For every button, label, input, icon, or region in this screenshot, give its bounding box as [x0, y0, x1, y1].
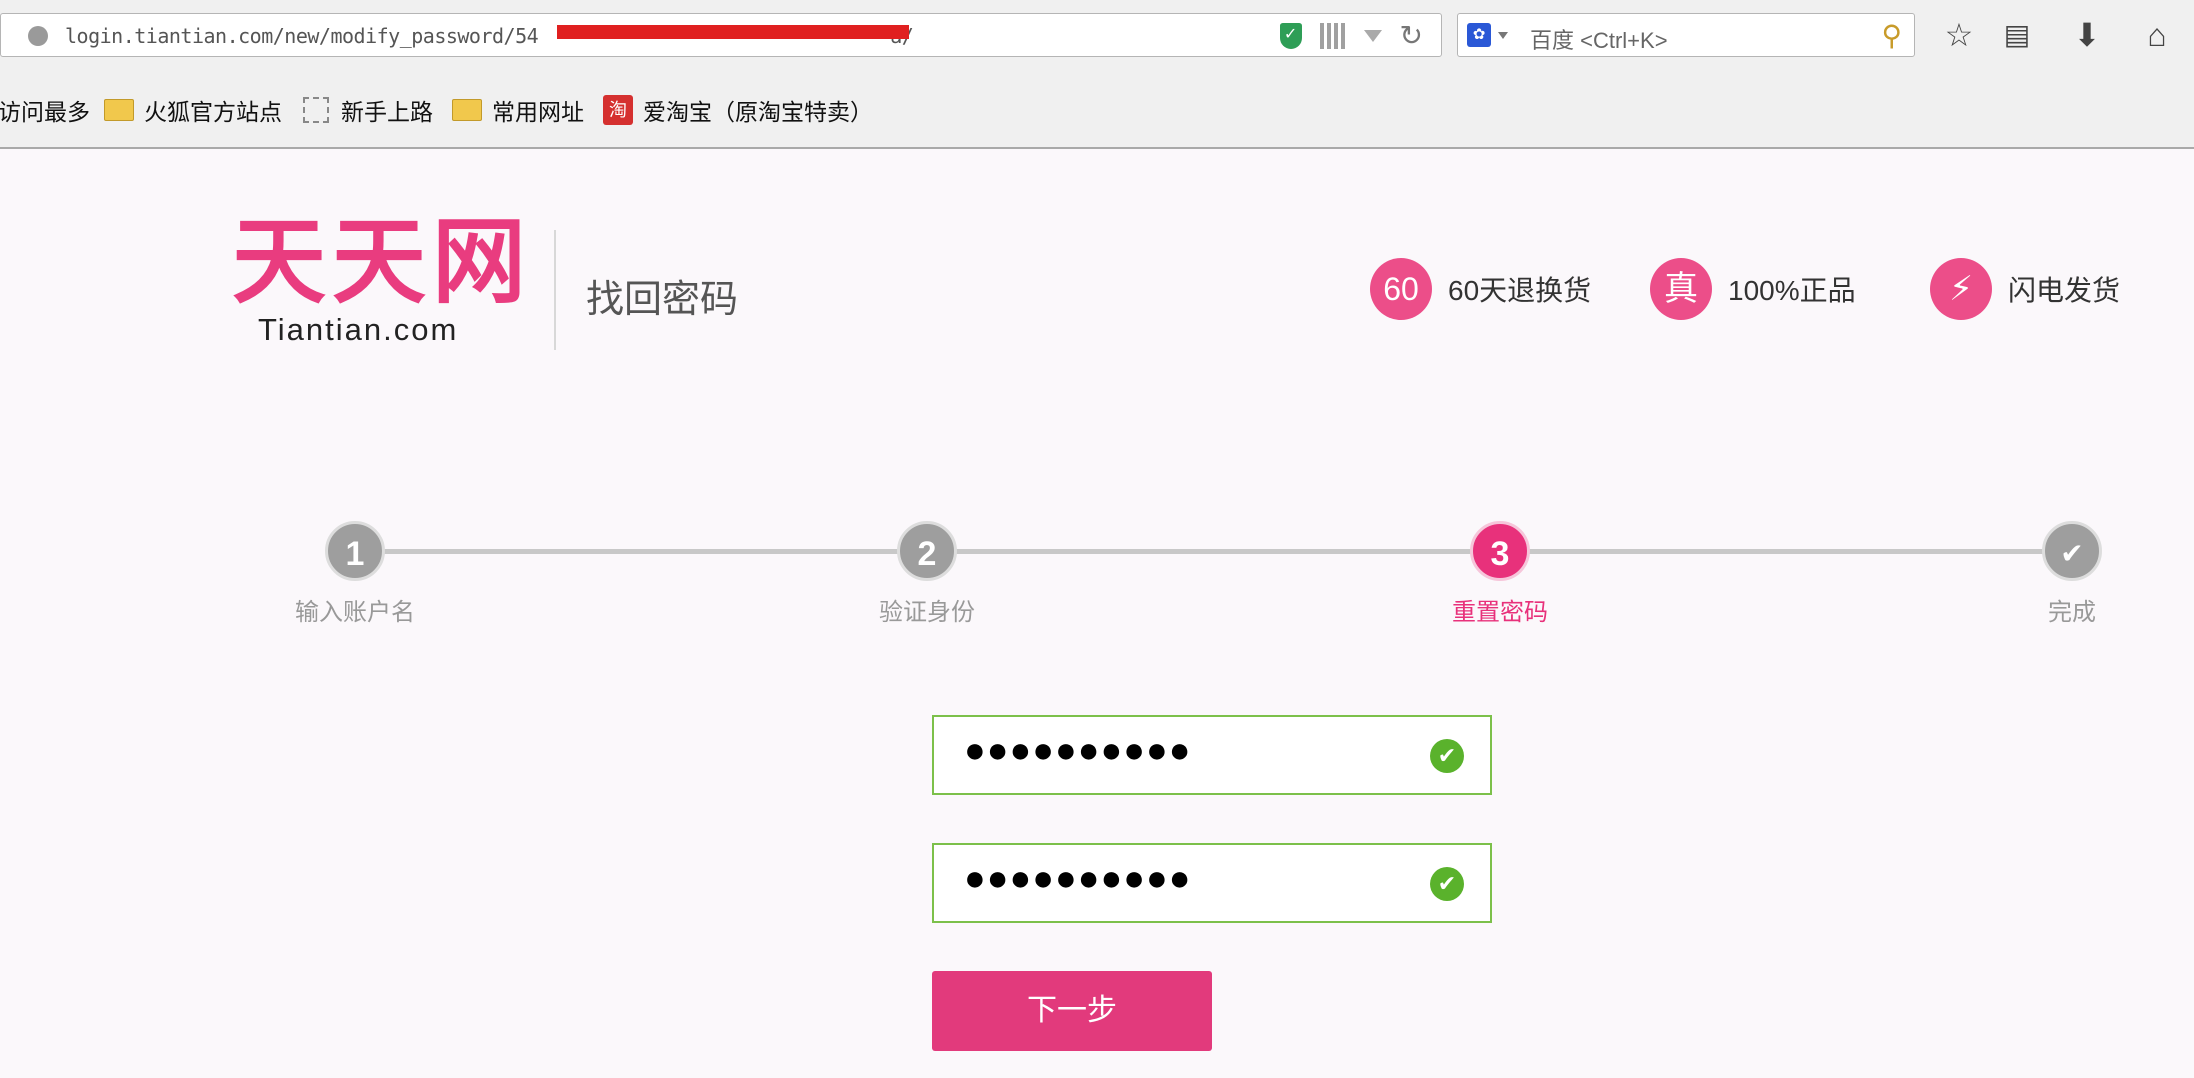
bookmark-getting-started[interactable]: 新手上路 [303, 95, 433, 125]
reading-list-icon[interactable]: ▤ [1995, 13, 2039, 57]
baidu-paw-icon[interactable]: ✿ [1467, 23, 1491, 47]
step-2-circle: 2 [897, 521, 957, 581]
home-icon[interactable]: ⌂ [2135, 13, 2179, 57]
lightning-icon: ⚡ [1930, 258, 1992, 320]
progress-line [357, 549, 2072, 554]
bookmark-common-sites[interactable]: 常用网址 [452, 95, 584, 125]
redacted-url-bar [557, 25, 909, 39]
step-3-label: 重置密码 [1452, 599, 1548, 626]
step-complete-icon: ✔ [2042, 521, 2102, 581]
dropdown-arrow-icon[interactable] [1363, 30, 1382, 42]
search-box[interactable]: ✿ 百度 <Ctrl+K> ⚲ [1457, 13, 1915, 57]
search-icon[interactable]: ⚲ [1881, 19, 1902, 52]
step-2-label: 验证身份 [879, 599, 975, 626]
bookmarks-bar: 访问最多 火狐官方站点 新手上路 常用网址 淘 爱淘宝（原淘宝特卖） [0, 73, 2194, 149]
step-3-circle: 3 [1470, 521, 1530, 581]
valid-check-icon: ✔ [1430, 739, 1464, 773]
return-60-icon: 60 [1370, 258, 1432, 320]
confirm-password-mask: ●●●●●●●●●● [964, 857, 1192, 898]
step-4-label: 完成 [2048, 599, 2096, 626]
logo-divider [554, 230, 556, 350]
genuine-icon: 真 [1650, 258, 1712, 320]
badge-genuine: 真 100%正品 [1650, 258, 1856, 320]
new-password-field[interactable]: ●●●●●●●●●● ✔ [932, 715, 1492, 795]
next-step-button[interactable]: 下一步 [932, 971, 1212, 1051]
globe-icon [28, 26, 48, 46]
valid-check-icon: ✔ [1430, 867, 1464, 901]
security-shield-icon[interactable]: ✓ [1279, 23, 1302, 49]
taobao-icon: 淘 [603, 95, 633, 125]
bookmark-aitaobao[interactable]: 淘 爱淘宝（原淘宝特卖） [603, 95, 873, 125]
site-logo-domain[interactable]: Tiantian.com [258, 312, 458, 348]
bookmark-star-icon[interactable]: ☆ [1937, 13, 1981, 57]
browser-toolbar: login.tiantian.com/new/modify_password/5… [0, 0, 2194, 73]
bookmark-most-visited[interactable]: 访问最多 [0, 95, 90, 125]
download-icon[interactable]: ⬇ [2065, 13, 2109, 57]
step-1-label: 输入账户名 [295, 599, 415, 626]
page-icon [303, 97, 329, 123]
site-logo[interactable]: 天天网 [232, 214, 532, 310]
folder-icon [452, 99, 482, 121]
confirm-password-field[interactable]: ●●●●●●●●●● ✔ [932, 843, 1492, 923]
bookmark-firefox-official[interactable]: 火狐官方站点 [104, 95, 282, 125]
qr-code-icon[interactable] [1319, 23, 1346, 49]
badge-fast-shipping: ⚡ 闪电发货 [1930, 258, 2120, 320]
reload-icon[interactable]: ↻ [1400, 22, 1423, 50]
password-mask: ●●●●●●●●●● [964, 729, 1192, 770]
folder-icon [104, 99, 134, 121]
step-1-circle: 1 [325, 521, 385, 581]
search-engine-dropdown-icon[interactable] [1498, 32, 1508, 39]
page-title: 找回密码 [586, 279, 739, 321]
badge-60-day-return: 60 60天退换货 [1370, 258, 1591, 320]
search-placeholder: 百度 <Ctrl+K> [1530, 28, 1668, 53]
